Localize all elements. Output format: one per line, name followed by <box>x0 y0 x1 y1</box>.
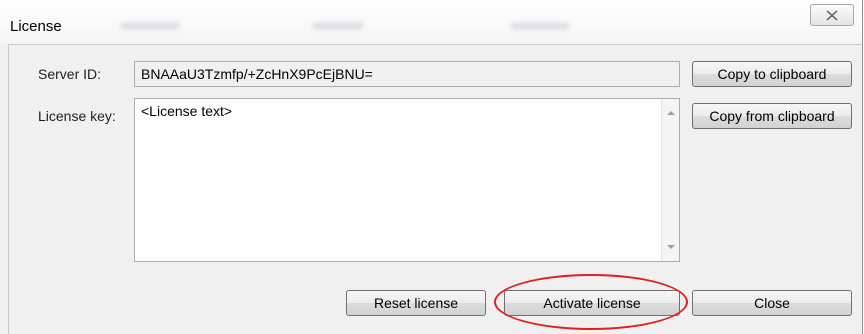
reset-license-button[interactable]: Reset license <box>346 290 486 316</box>
license-dialog: License Server ID: BNAAaU3Tzmfp/+ZcHnX9P… <box>0 0 863 334</box>
license-key-textarea[interactable]: <License text> <box>134 98 680 262</box>
close-x-icon <box>826 9 838 21</box>
blurred-background-text <box>510 22 570 30</box>
copy-to-clipboard-button[interactable]: Copy to clipboard <box>692 61 852 87</box>
copy-from-clipboard-button[interactable]: Copy from clipboard <box>692 103 852 129</box>
blurred-background-text <box>312 22 364 30</box>
window-title: License <box>10 18 62 35</box>
scroll-down-arrow-icon[interactable] <box>667 245 675 249</box>
activate-license-button[interactable]: Activate license <box>504 290 680 316</box>
server-id-field[interactable]: BNAAaU3Tzmfp/+ZcHnX9PcEjBNU= <box>134 61 680 87</box>
scroll-up-arrow-icon[interactable] <box>667 111 675 115</box>
server-id-label: Server ID: <box>38 66 102 82</box>
license-key-label: License key: <box>38 108 116 124</box>
title-bar: License <box>0 0 862 44</box>
vertical-scrollbar[interactable] <box>661 99 679 261</box>
close-button[interactable]: Close <box>692 290 852 316</box>
license-key-text: <License text> <box>141 103 233 119</box>
blurred-background-text <box>120 22 180 30</box>
window-close-button[interactable] <box>810 4 854 26</box>
